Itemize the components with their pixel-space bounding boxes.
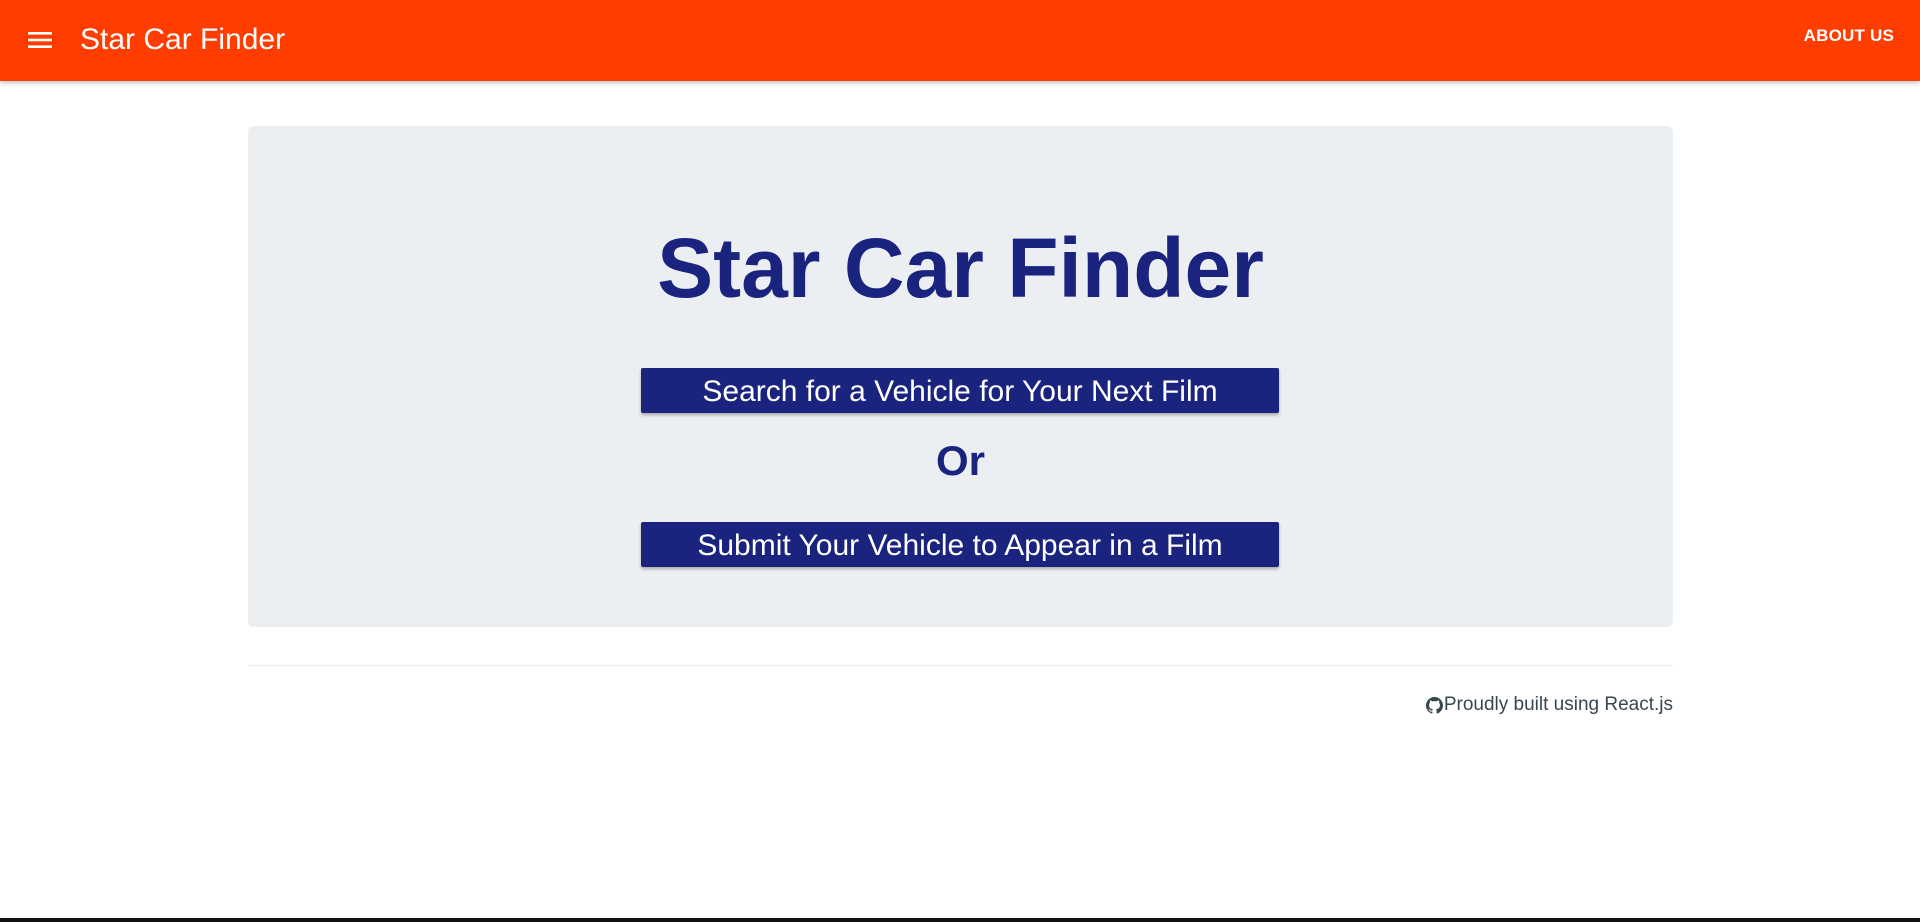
- about-us-button[interactable]: ABOUT US: [1804, 24, 1894, 48]
- search-vehicle-button[interactable]: Search for a Vehicle for Your Next Film: [641, 368, 1279, 413]
- hero-title: Star Car Finder: [657, 221, 1264, 315]
- app-title: Star Car Finder: [80, 23, 286, 56]
- hero-panel: Star Car Finder Search for a Vehicle for…: [248, 126, 1673, 627]
- window-bottom-edge: [0, 918, 1920, 922]
- footer: Proudly built using React.js: [1425, 693, 1673, 717]
- submit-vehicle-button[interactable]: Submit Your Vehicle to Appear in a Film: [641, 522, 1279, 567]
- footer-text: Proudly built using React.js: [1443, 694, 1673, 715]
- or-separator-text: Or: [935, 437, 985, 484]
- menu-button[interactable]: [20, 22, 60, 58]
- hamburger-menu-icon: [28, 32, 52, 48]
- footer-divider: [248, 665, 1673, 666]
- app-bar: Star Car Finder ABOUT US: [0, 0, 1920, 81]
- github-icon[interactable]: [1425, 696, 1443, 714]
